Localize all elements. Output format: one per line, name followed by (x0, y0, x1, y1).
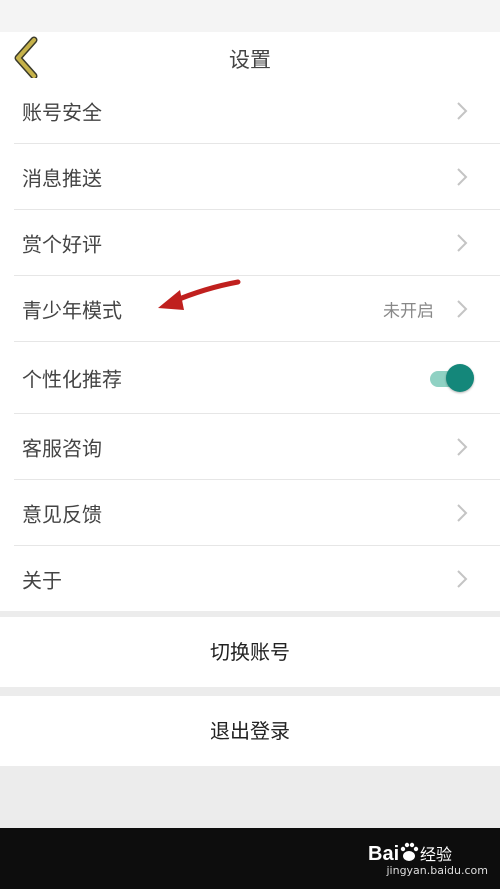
settings-item-label: 个性化推荐 (22, 367, 122, 391)
status-bar (0, 0, 500, 32)
settings-item-label: 关于 (22, 568, 62, 592)
settings-item-about[interactable]: 关于 (14, 546, 500, 611)
baidu-jingyan-watermark: Bai 经验 jingyan.baidu.com (368, 838, 488, 880)
switch-account-button[interactable]: 切换账号 (0, 617, 500, 687)
settings-item-label: 账号安全 (22, 100, 102, 124)
settings-item-label: 消息推送 (22, 166, 102, 190)
page-title: 设置 (229, 48, 271, 72)
settings-item-account-security[interactable]: 账号安全 (14, 78, 500, 144)
chevron-right-icon (457, 101, 468, 120)
chevron-right-icon (457, 503, 468, 522)
settings-item-label: 赏个好评 (22, 232, 102, 256)
settings-item-label: 青少年模式 (22, 298, 122, 322)
settings-item-label: 客服咨询 (22, 436, 102, 460)
settings-item-youth-mode[interactable]: 青少年模式 未开启 (14, 276, 500, 342)
personalized-recommendations-toggle[interactable] (428, 363, 474, 393)
watermark-site: jingyan.baidu.com (386, 864, 488, 877)
settings-item-customer-service[interactable]: 客服咨询 (14, 414, 500, 480)
chevron-right-icon (457, 569, 468, 588)
chevron-right-icon (457, 437, 468, 456)
settings-item-label: 意见反馈 (22, 502, 102, 526)
chevron-right-icon (457, 233, 468, 252)
chevron-right-icon (457, 167, 468, 186)
settings-list: 账号安全 消息推送 赏个好评 青少年模式 未开启 个性化推荐 客服咨询 意见反馈… (0, 78, 500, 611)
svg-text:Bai: Bai (368, 843, 399, 865)
settings-item-push-notifications[interactable]: 消息推送 (14, 144, 500, 210)
bottom-black-bar: Bai 经验 jingyan.baidu.com (0, 828, 500, 889)
settings-item-personalized-recommendations: 个性化推荐 (14, 342, 500, 414)
youth-mode-status: 未开启 (383, 301, 434, 321)
svg-text:经验: 经验 (420, 845, 452, 864)
settings-item-feedback[interactable]: 意见反馈 (14, 480, 500, 546)
settings-item-rate-app[interactable]: 赏个好评 (14, 210, 500, 276)
chevron-right-icon (457, 299, 468, 318)
toggle-knob (446, 363, 474, 392)
logout-button[interactable]: 退出登录 (0, 696, 500, 766)
